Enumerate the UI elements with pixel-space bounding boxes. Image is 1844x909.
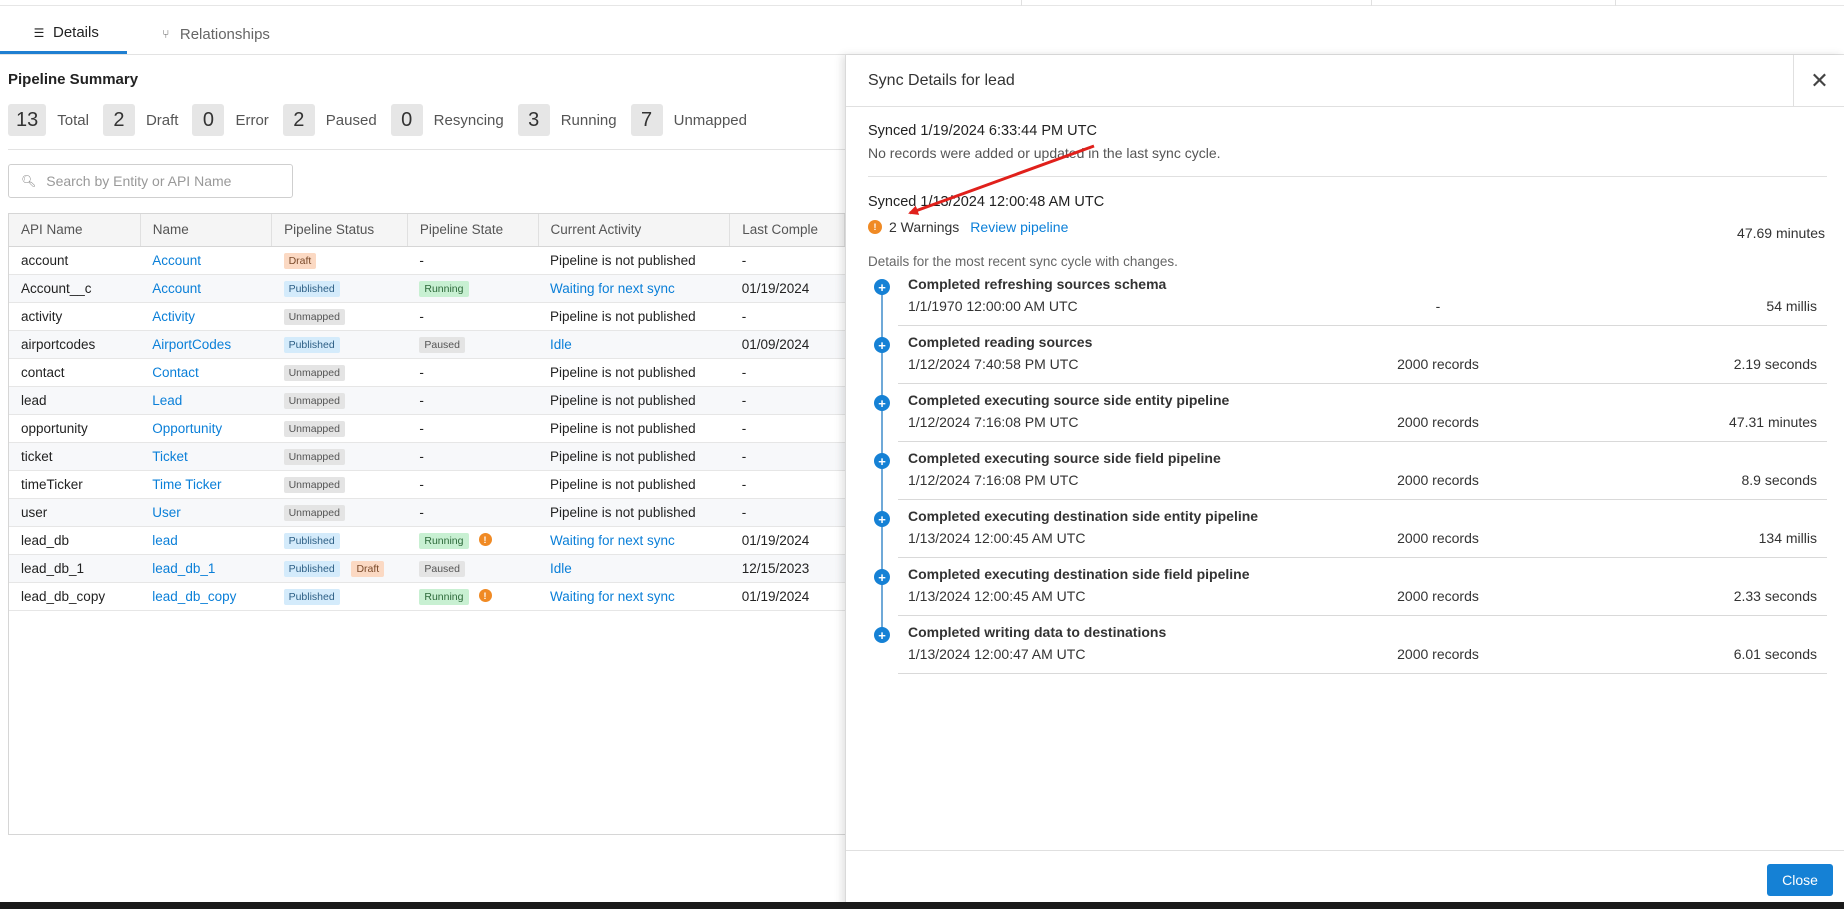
bottom-bar [0, 902, 1844, 909]
annotation-arrow [908, 144, 1095, 215]
